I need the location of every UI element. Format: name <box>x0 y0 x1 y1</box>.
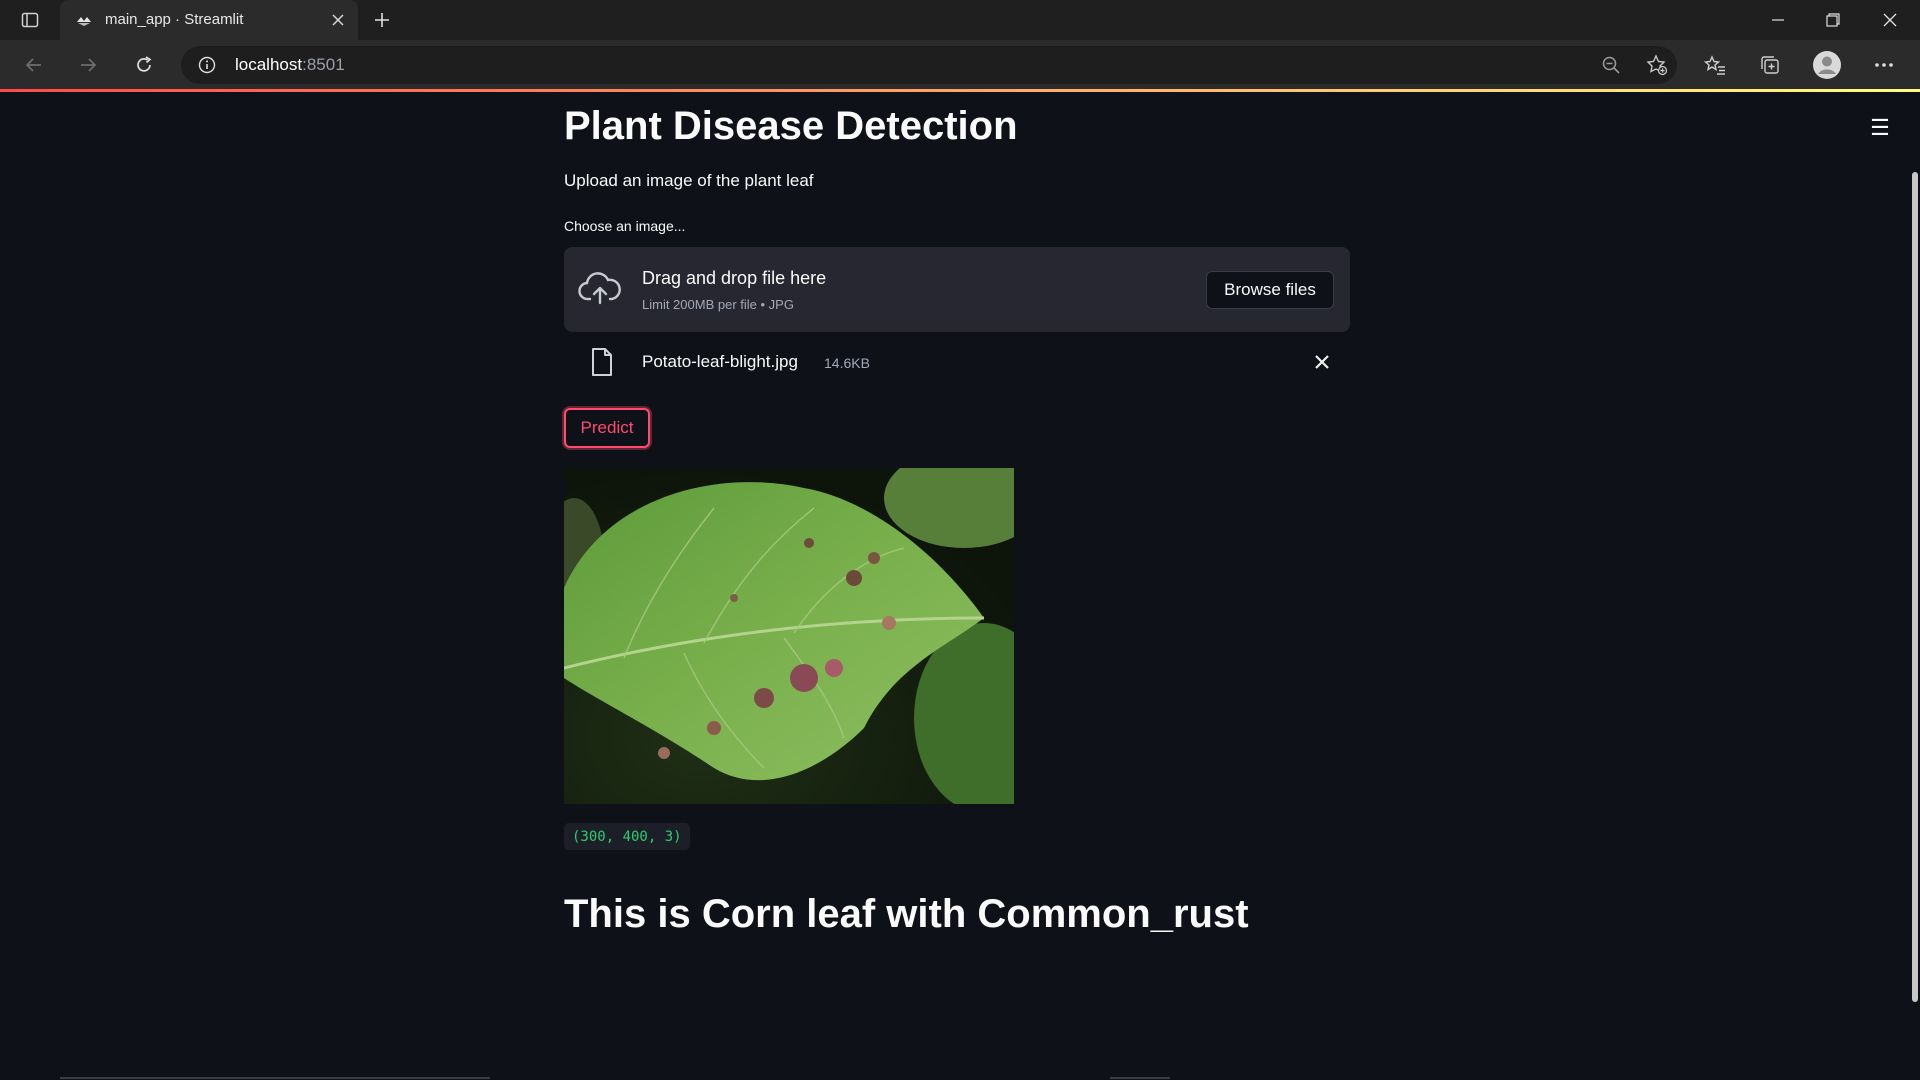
bottom-divider-left <box>60 1077 490 1079</box>
remove-file-close-icon[interactable] <box>1310 350 1334 374</box>
tab-close-icon[interactable] <box>328 10 348 30</box>
window-close-icon[interactable] <box>1862 0 1918 40</box>
browse-files-button[interactable]: Browse files <box>1206 271 1334 309</box>
forward-icon[interactable] <box>72 49 104 81</box>
address-bar[interactable]: localhost:8501 <box>181 46 1677 84</box>
minimize-icon[interactable] <box>1750 0 1806 40</box>
dropzone-limit: Limit 200MB per file • JPG <box>642 297 794 312</box>
file-size: 14.6KB <box>824 355 870 371</box>
streamlit-app: ☰ Plant Disease Detection Upload an imag… <box>0 92 1920 1080</box>
dropzone-title: Drag and drop file here <box>642 268 827 288</box>
back-icon[interactable] <box>18 49 50 81</box>
restore-icon[interactable] <box>1805 0 1861 40</box>
more-icon[interactable] <box>1868 49 1900 81</box>
collections-icon[interactable] <box>1754 49 1786 81</box>
url-port: :8501 <box>302 55 345 74</box>
predict-button[interactable]: Predict <box>564 408 650 448</box>
subtitle: Upload an image of the plant leaf <box>564 171 814 190</box>
prediction-result: This is Corn leaf with Common_rust <box>564 892 1249 936</box>
favorite-add-icon[interactable] <box>1645 53 1669 77</box>
file-dropzone[interactable]: Drag and drop file here Limit 200MB per … <box>564 247 1350 332</box>
page-title: Plant Disease Detection <box>564 104 1018 148</box>
browser-toolbar: localhost:8501 <box>0 40 1920 90</box>
url-text[interactable]: localhost:8501 <box>235 55 345 75</box>
file-icon <box>590 348 614 376</box>
uploader-label: Choose an image... <box>564 218 686 234</box>
zoom-out-icon[interactable] <box>1599 53 1623 77</box>
info-icon[interactable] <box>197 55 217 75</box>
streamlit-favicon <box>76 12 92 28</box>
cloud-upload-icon <box>578 269 622 309</box>
tab-title: main_app · Streamlit <box>105 11 244 28</box>
profile-icon[interactable] <box>1811 49 1843 81</box>
browser-tab[interactable]: main_app · Streamlit <box>60 0 358 40</box>
file-name: Potato-leaf-blight.jpg <box>642 352 798 371</box>
browser-titlebar: main_app · Streamlit <box>0 0 1920 40</box>
new-tab-plus-icon[interactable] <box>370 8 394 32</box>
refresh-icon[interactable] <box>128 49 160 81</box>
uploaded-file-row: Potato-leaf-blight.jpg 14.6KB <box>564 338 1350 386</box>
url-host: localhost <box>235 55 303 74</box>
hamburger-icon[interactable]: ☰ <box>1866 114 1894 142</box>
tab-actions-icon[interactable] <box>18 8 42 32</box>
leaf-image <box>564 468 1014 804</box>
favorites-icon[interactable] <box>1699 49 1731 81</box>
page-scrollbar[interactable] <box>1912 172 1918 1002</box>
image-shape-code: (300, 400, 3) <box>564 823 690 850</box>
bottom-divider-right <box>1110 1077 1170 1079</box>
